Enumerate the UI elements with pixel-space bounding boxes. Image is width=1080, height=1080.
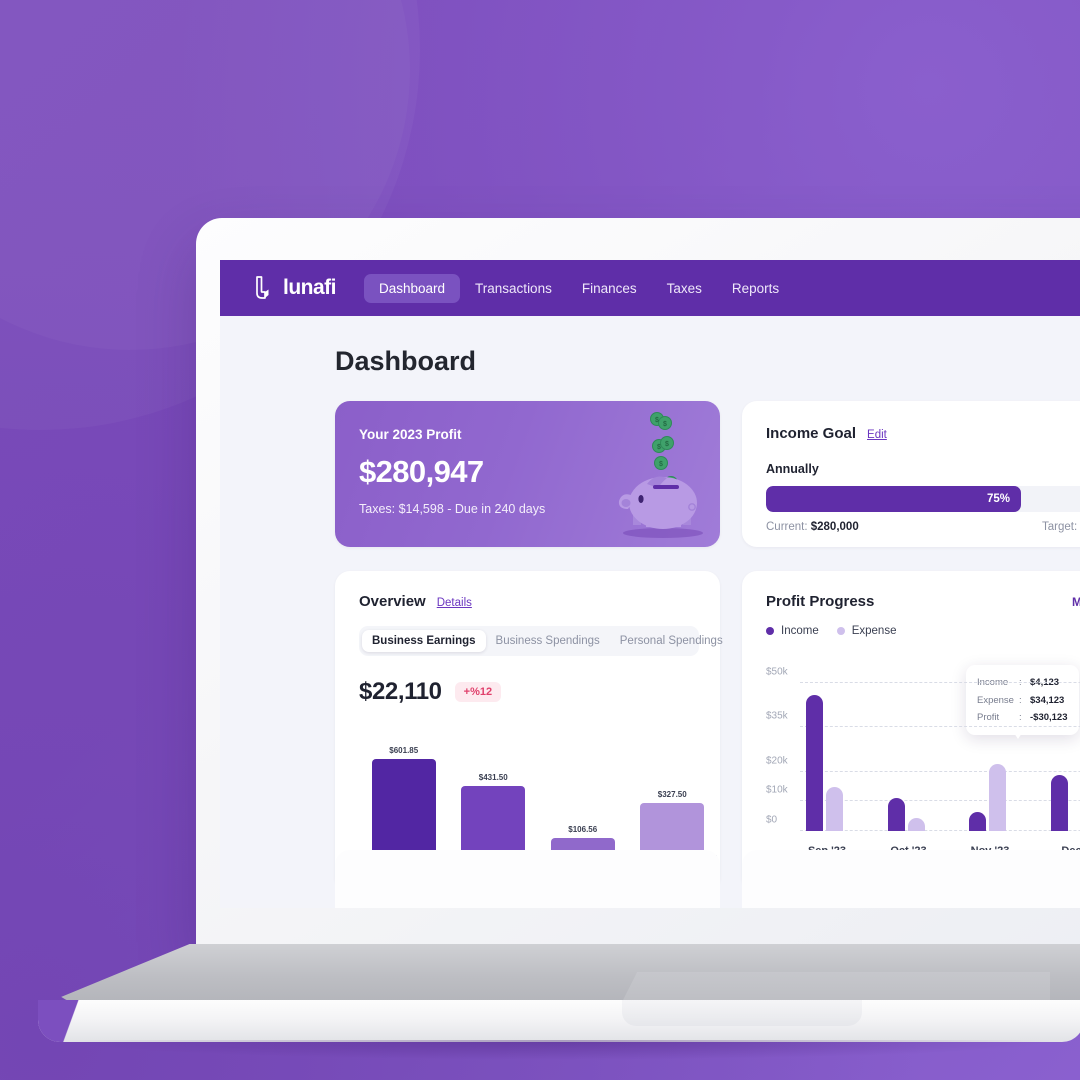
laptop-front-edge xyxy=(38,1000,1080,1042)
nav-item-taxes[interactable]: Taxes xyxy=(652,274,717,303)
peek-card xyxy=(742,850,1080,908)
bar-value-label: $601.85 xyxy=(389,746,419,755)
overview-card: Overview Details Business Earnings Busin… xyxy=(335,571,723,891)
peek-card xyxy=(335,850,720,908)
page-title: Dashboard xyxy=(335,346,477,376)
legend-label-expense: Expense xyxy=(851,625,897,637)
income-goal-footer: Current: $280,000 Target: $400 xyxy=(766,521,1080,533)
brand-name: lunafi xyxy=(283,276,337,299)
legend-label-income: Income xyxy=(781,625,819,637)
legend-item-expense: Expense xyxy=(836,625,897,637)
bar-value-label: $106.56 xyxy=(568,825,598,835)
overview-bar[interactable]: $601.85 xyxy=(371,746,436,855)
legend-dot-expense xyxy=(836,627,845,635)
y-axis-tick-label: $50k xyxy=(766,666,788,678)
piggy-bank-icon: $$ $$ $$ xyxy=(618,412,703,538)
tab-business-spendings[interactable]: Business Spendings xyxy=(486,630,610,652)
dashboard-page: Dashboard Your 2023 Profit $280,947 Taxe… xyxy=(220,316,1080,908)
nav-item-reports[interactable]: Reports xyxy=(717,274,794,303)
svg-text:$: $ xyxy=(665,441,669,448)
laptop-mockup: lunafi Dashboard Transactions Finances T… xyxy=(0,0,1080,1080)
chart-bar-group[interactable] xyxy=(969,683,1013,831)
svg-text:$: $ xyxy=(655,417,659,424)
overview-bar[interactable]: $327.50 xyxy=(640,790,705,855)
cards-row-bottom xyxy=(335,850,1080,908)
income-goal-target: Target: $400 xyxy=(1042,521,1078,533)
profit-progress-header: Profit Progress Monthly xyxy=(766,593,1080,610)
nav-item-dashboard[interactable]: Dashboard xyxy=(364,273,461,303)
y-axis-tick-label: $0 xyxy=(766,814,778,826)
profit-progress-chart: Income : $4,123 Expense : $34,123 Profit… xyxy=(766,665,1080,859)
overview-bar[interactable]: $431.50 xyxy=(461,773,526,855)
tab-business-earnings[interactable]: Business Earnings xyxy=(362,630,486,652)
bar-value-label: $431.50 xyxy=(478,773,508,783)
profit-progress-legend: Income Expense xyxy=(766,625,1080,637)
overview-title: Overview xyxy=(359,593,426,610)
cards-row-top: Your 2023 Profit $280,947 Taxes: $14,598… xyxy=(335,401,1080,547)
y-axis-tick-label: $35k xyxy=(766,710,788,722)
laptop-notch xyxy=(622,1000,862,1026)
income-goal-percent: 75% xyxy=(986,493,1010,505)
income-goal-header: Income Goal Edit xyxy=(766,425,1080,442)
chart-bar-group[interactable] xyxy=(887,683,932,831)
profit-summary-card: Your 2023 Profit $280,947 Taxes: $14,598… xyxy=(335,401,720,547)
income-goal-title: Income Goal xyxy=(766,425,857,442)
bar-rect xyxy=(371,759,436,855)
chart-bar-group[interactable] xyxy=(806,683,850,831)
bar-income xyxy=(887,798,905,831)
bar-expense xyxy=(907,817,925,831)
chart-bar-group[interactable] xyxy=(1050,683,1080,831)
overview-details-link[interactable]: Details xyxy=(437,597,472,609)
y-axis-tick-label: $10k xyxy=(766,784,788,796)
profit-progress-period-selector[interactable]: Monthly xyxy=(1072,595,1080,609)
bar-income xyxy=(1050,774,1068,831)
overview-amount: $22,110 xyxy=(359,678,442,705)
bar-income xyxy=(806,694,823,831)
overview-figures: $22,110 +%12 xyxy=(359,678,720,706)
bar-rect xyxy=(461,786,526,855)
income-goal-period: Annually xyxy=(766,462,819,476)
brand-logo[interactable]: lunafi xyxy=(255,276,337,300)
bar-expense xyxy=(989,764,1006,831)
svg-text:$: $ xyxy=(657,444,661,451)
income-goal-progress-fill: 75% xyxy=(766,486,1021,512)
svg-text:$: $ xyxy=(663,421,667,428)
bar-value-label: $327.50 xyxy=(657,789,687,799)
overview-tabs: Business Earnings Business Spendings Per… xyxy=(359,626,723,656)
income-goal-progress-track: 75% xyxy=(766,486,1080,512)
bar-expense xyxy=(826,786,843,831)
lunafi-logo-icon xyxy=(256,276,269,299)
laptop-shadow xyxy=(60,1040,1060,1060)
income-goal-current-value: $280,000 xyxy=(810,521,859,533)
overview-header: Overview Details xyxy=(359,593,720,610)
laptop-screen: lunafi Dashboard Transactions Finances T… xyxy=(220,260,1080,908)
legend-dot-income xyxy=(766,627,774,635)
profit-progress-card: Profit Progress Monthly Income Expense xyxy=(742,571,1080,891)
legend-item-income: Income xyxy=(766,625,819,637)
income-goal-current: Current: $280,000 xyxy=(766,521,859,533)
app-navbar: lunafi Dashboard Transactions Finances T… xyxy=(220,260,1080,316)
bar-income xyxy=(969,811,986,831)
y-axis-tick-label: $20k xyxy=(766,755,788,767)
svg-text:$: $ xyxy=(659,461,663,468)
cards-row-middle: Overview Details Business Earnings Busin… xyxy=(335,571,1080,891)
income-goal-card: Income Goal Edit Annually 75% Current: $… xyxy=(742,401,1080,547)
tab-personal-spendings[interactable]: Personal Spendings xyxy=(610,630,733,652)
nav-item-finances[interactable]: Finances xyxy=(567,274,652,303)
nav-item-transactions[interactable]: Transactions xyxy=(460,274,567,303)
profit-progress-title: Profit Progress xyxy=(766,593,875,610)
income-goal-edit-link[interactable]: Edit xyxy=(867,429,887,441)
overview-delta-badge: +%12 xyxy=(454,682,502,702)
bar-rect xyxy=(640,802,705,855)
